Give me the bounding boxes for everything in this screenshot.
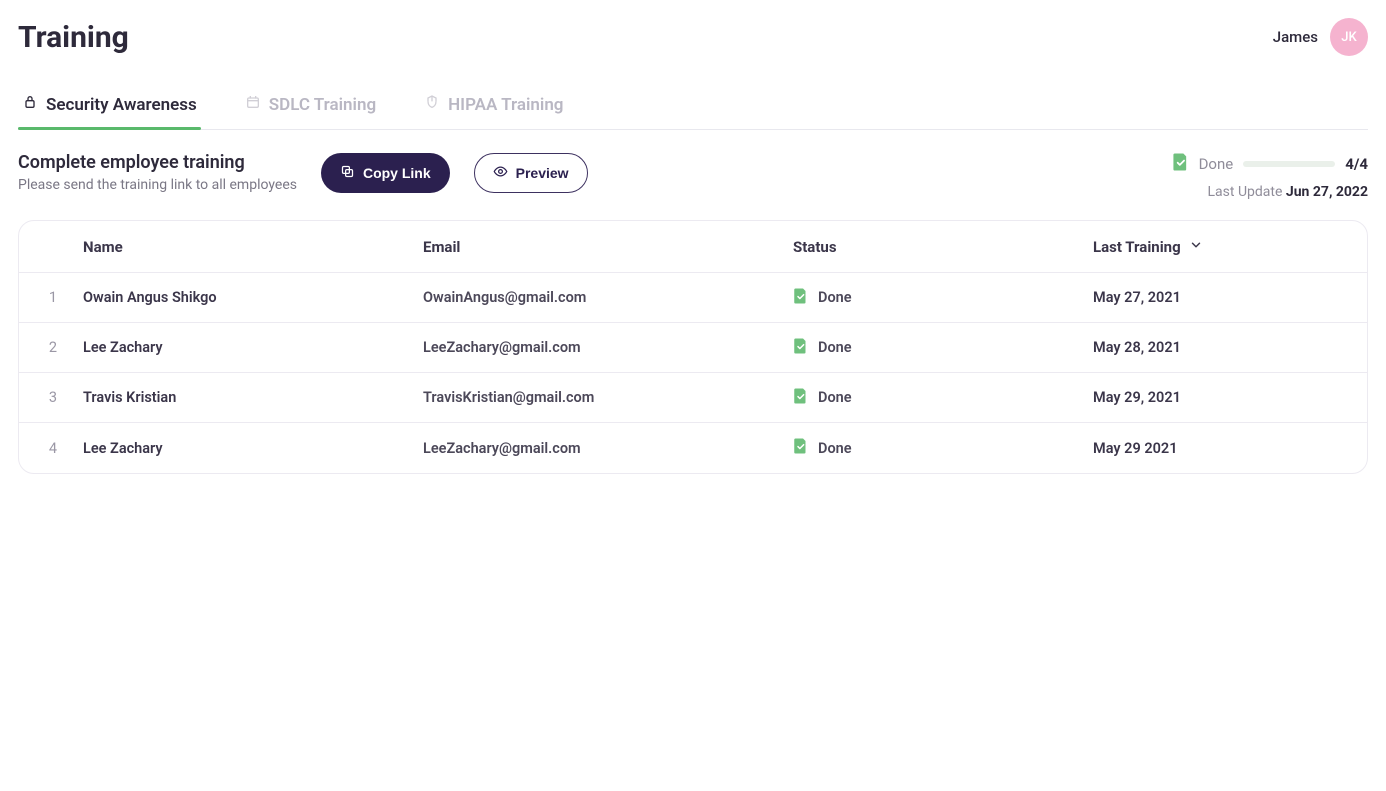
subheader: Complete employee training Please send t…: [18, 152, 1368, 200]
row-email: LeeZachary@gmail.com: [423, 339, 793, 356]
preview-button[interactable]: Preview: [474, 153, 588, 193]
last-update-value: Jun 27, 2022: [1286, 184, 1368, 200]
col-email-header: Email: [423, 238, 793, 256]
row-index: 2: [23, 339, 83, 356]
last-update: Last Update Jun 27, 2022: [1172, 184, 1368, 200]
row-index: 3: [23, 389, 83, 406]
row-status: Done: [793, 437, 1093, 459]
security-awareness-icon: [22, 94, 38, 115]
tab-security-awareness[interactable]: Security Awareness: [18, 84, 201, 129]
row-last-training: May 27, 2021: [1093, 289, 1363, 306]
row-last-training: May 29 2021: [1093, 440, 1363, 457]
tab-label: SDLC Training: [269, 95, 376, 115]
section-subtitle: Please send the training link to all emp…: [18, 177, 297, 193]
subheader-text: Complete employee training Please send t…: [18, 152, 297, 193]
row-status-label: Done: [818, 289, 852, 306]
user-name: James: [1273, 28, 1318, 46]
row-name: Lee Zachary: [83, 339, 423, 356]
table-row[interactable]: 3 Travis Kristian TravisKristian@gmail.c…: [19, 373, 1367, 423]
sdlc-training-icon: [245, 94, 261, 115]
row-email: LeeZachary@gmail.com: [423, 440, 793, 457]
training-tabs: Security Awareness SDLC Training HIPAA T…: [18, 84, 1368, 130]
col-status-header: Status: [793, 238, 1093, 256]
tab-hipaa-training[interactable]: HIPAA Training: [420, 84, 567, 129]
copy-icon: [340, 164, 355, 182]
row-email: TravisKristian@gmail.com: [423, 389, 793, 406]
done-check-icon: [793, 387, 808, 409]
table-row[interactable]: 1 Owain Angus Shikgo OwainAngus@gmail.co…: [19, 273, 1367, 323]
done-summary: Done 4/4: [1172, 152, 1368, 176]
copy-link-label: Copy Link: [363, 165, 431, 181]
page-title: Training: [18, 20, 129, 55]
subheader-right: Done 4/4 Last Update Jun 27, 2022: [1172, 152, 1368, 200]
done-label: Done: [1199, 155, 1234, 173]
chevron-down-icon: [1189, 238, 1203, 256]
row-status-label: Done: [818, 339, 852, 356]
preview-label: Preview: [516, 165, 569, 181]
row-index: 1: [23, 289, 83, 306]
section-title: Complete employee training: [18, 152, 297, 173]
last-update-label: Last Update: [1208, 184, 1283, 200]
row-status: Done: [793, 287, 1093, 309]
row-status: Done: [793, 387, 1093, 409]
col-last-training-header[interactable]: Last Training: [1093, 238, 1363, 256]
col-name-header: Name: [83, 238, 423, 256]
col-last-training-label: Last Training: [1093, 238, 1181, 256]
row-last-training: May 29, 2021: [1093, 389, 1363, 406]
done-check-icon: [793, 337, 808, 359]
row-name: Owain Angus Shikgo: [83, 289, 423, 306]
hipaa-training-icon: [424, 94, 440, 115]
eye-icon: [493, 164, 508, 182]
progress-bar-track: [1243, 161, 1335, 167]
row-name: Lee Zachary: [83, 440, 423, 457]
row-index: 4: [23, 440, 83, 457]
table-header: Name Email Status Last Training: [19, 221, 1367, 273]
done-check-icon: [793, 287, 808, 309]
tab-label: HIPAA Training: [448, 95, 563, 115]
done-check-icon: [1172, 152, 1189, 176]
copy-link-button[interactable]: Copy Link: [321, 153, 450, 193]
table-row[interactable]: 2 Lee Zachary LeeZachary@gmail.com Done …: [19, 323, 1367, 373]
row-email: OwainAngus@gmail.com: [423, 289, 793, 306]
tab-sdlc-training[interactable]: SDLC Training: [241, 84, 380, 129]
avatar: JK: [1330, 18, 1368, 56]
progress-count: 4/4: [1345, 155, 1368, 173]
page-header: Training James JK: [18, 18, 1368, 56]
row-status-label: Done: [818, 389, 852, 406]
row-status-label: Done: [818, 440, 852, 457]
row-name: Travis Kristian: [83, 389, 423, 406]
table-row[interactable]: 4 Lee Zachary LeeZachary@gmail.com Done …: [19, 423, 1367, 473]
subheader-left: Complete employee training Please send t…: [18, 152, 588, 193]
user-menu[interactable]: James JK: [1273, 18, 1368, 56]
row-last-training: May 28, 2021: [1093, 339, 1363, 356]
employee-training-table: Name Email Status Last Training 1 Owain …: [18, 220, 1368, 474]
done-check-icon: [793, 437, 808, 459]
tab-label: Security Awareness: [46, 95, 197, 115]
row-status: Done: [793, 337, 1093, 359]
